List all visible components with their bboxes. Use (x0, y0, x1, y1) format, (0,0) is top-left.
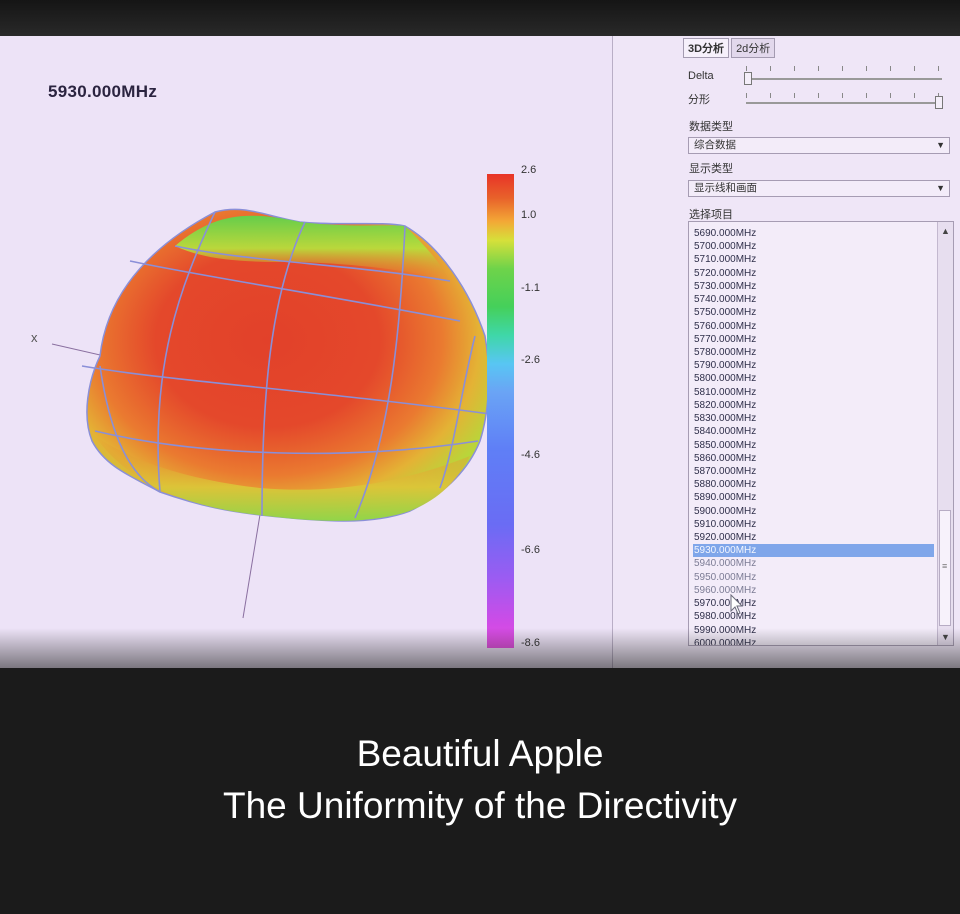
list-item-selected[interactable]: 5930.000MHz (693, 544, 934, 558)
fractal-slider-thumb[interactable] (935, 96, 943, 109)
colorbar-tick: 2.6 (521, 164, 537, 176)
dropdown-arrow-icon: ▼ (936, 183, 945, 193)
list-item[interactable]: 5710.000MHz (693, 253, 934, 266)
list-item[interactable]: 5780.000MHz (693, 346, 934, 359)
scrollbar-thumb[interactable]: ≡ (939, 510, 951, 626)
list-item[interactable]: 6000.000MHz (693, 637, 934, 645)
list-item[interactable]: 5730.000MHz (693, 280, 934, 293)
delta-slider-label: Delta (688, 70, 714, 82)
grip-icon: ≡ (942, 561, 948, 571)
list-item[interactable]: 5860.000MHz (693, 452, 934, 465)
list-item[interactable]: 5740.000MHz (693, 293, 934, 306)
colorbar-tick: -1.1 (521, 282, 540, 294)
frequency-list: 5690.000MHz 5700.000MHz 5710.000MHz 5720.00… (693, 227, 934, 645)
caption: Beautiful Apple The Uniformity of the Di… (0, 688, 960, 898)
list-item[interactable]: 5940.000MHz (693, 557, 934, 570)
monitor-top-bezel (0, 0, 960, 38)
list-item[interactable]: 5820.000MHz (693, 399, 934, 412)
list-item[interactable]: 5750.000MHz (693, 306, 934, 319)
list-item[interactable]: 5790.000MHz (693, 359, 934, 372)
list-item[interactable]: 5990.000MHz (693, 624, 934, 637)
select-items-label: 选择项目 (689, 209, 733, 221)
list-item[interactable]: 5900.000MHz (693, 505, 934, 518)
delta-slider-track[interactable] (746, 78, 942, 80)
colorbar-tick: -4.6 (521, 449, 540, 461)
3d-plot-area[interactable]: 5930.000MHz x 2.6 1.0 -1.1 -2.6 -4.6 -6.… (0, 36, 613, 668)
fractal-slider-ticks (746, 93, 942, 98)
display-type-select[interactable]: 显示线和画面 ▼ (688, 180, 950, 197)
data-type-value: 综合数据 (694, 139, 736, 151)
list-item[interactable]: 5840.000MHz (693, 425, 934, 438)
list-item[interactable]: 5850.000MHz (693, 439, 934, 452)
dropdown-arrow-icon: ▼ (936, 140, 945, 150)
caption-title: Beautiful Apple (356, 733, 604, 774)
list-item[interactable]: 5870.000MHz (693, 465, 934, 478)
data-type-label: 数据类型 (689, 121, 733, 133)
frequency-listbox[interactable]: 5690.000MHz 5700.000MHz 5710.000MHz 5720.00… (688, 221, 954, 646)
scroll-down-arrow-icon[interactable]: ▼ (941, 632, 950, 642)
list-item[interactable]: 5690.000MHz (693, 227, 934, 240)
list-item[interactable]: 5720.000MHz (693, 267, 934, 280)
list-item[interactable]: 5770.000MHz (693, 333, 934, 346)
listbox-scrollbar[interactable]: ▲ ≡ ▼ (937, 222, 953, 645)
mouse-pointer-icon (730, 594, 744, 615)
caption-subtitle: The Uniformity of the Directivity (222, 785, 738, 826)
colorbar-gradient (487, 174, 514, 648)
fractal-slider-label: 分形 (688, 94, 710, 106)
list-item[interactable]: 5700.000MHz (693, 240, 934, 253)
list-item[interactable]: 5830.000MHz (693, 412, 934, 425)
list-item[interactable]: 5950.000MHz (693, 571, 934, 584)
radiation-pattern-3d[interactable] (0, 36, 612, 668)
list-item[interactable]: 5800.000MHz (693, 372, 934, 385)
list-item[interactable]: 5910.000MHz (693, 518, 934, 531)
colorbar-tick: 1.0 (521, 209, 537, 221)
list-item[interactable]: 5920.000MHz (693, 531, 934, 544)
colorbar-tick: -6.6 (521, 544, 540, 556)
tab-3d-analysis[interactable]: 3D分析 (683, 38, 730, 58)
display-type-label: 显示类型 (689, 163, 733, 175)
fractal-slider-track[interactable] (746, 102, 942, 104)
tab-2d-analysis[interactable]: 2d分析 (731, 38, 776, 58)
display-type-value: 显示线和画面 (694, 182, 757, 194)
list-item[interactable]: 5810.000MHz (693, 386, 934, 399)
application-screen: 5930.000MHz x 2.6 1.0 -1.1 -2.6 -4.6 -6.… (0, 36, 960, 668)
analysis-tabs: 3D分析 2d分析 (683, 38, 776, 58)
delta-slider-thumb[interactable] (744, 72, 752, 85)
colorbar-tick: -2.6 (521, 354, 540, 366)
delta-slider-ticks (746, 66, 942, 71)
data-type-select[interactable]: 综合数据 ▼ (688, 137, 950, 154)
scroll-up-arrow-icon[interactable]: ▲ (941, 226, 950, 236)
analysis-side-panel: 3D分析 2d分析 Delta 分形 数据类型 综合数据 ▼ 显示类型 显示线和… (613, 36, 960, 668)
list-item[interactable]: 5880.000MHz (693, 478, 934, 491)
colorbar-tick: -8.6 (521, 637, 540, 649)
list-item[interactable]: 5890.000MHz (693, 491, 934, 504)
list-item[interactable]: 5760.000MHz (693, 320, 934, 333)
